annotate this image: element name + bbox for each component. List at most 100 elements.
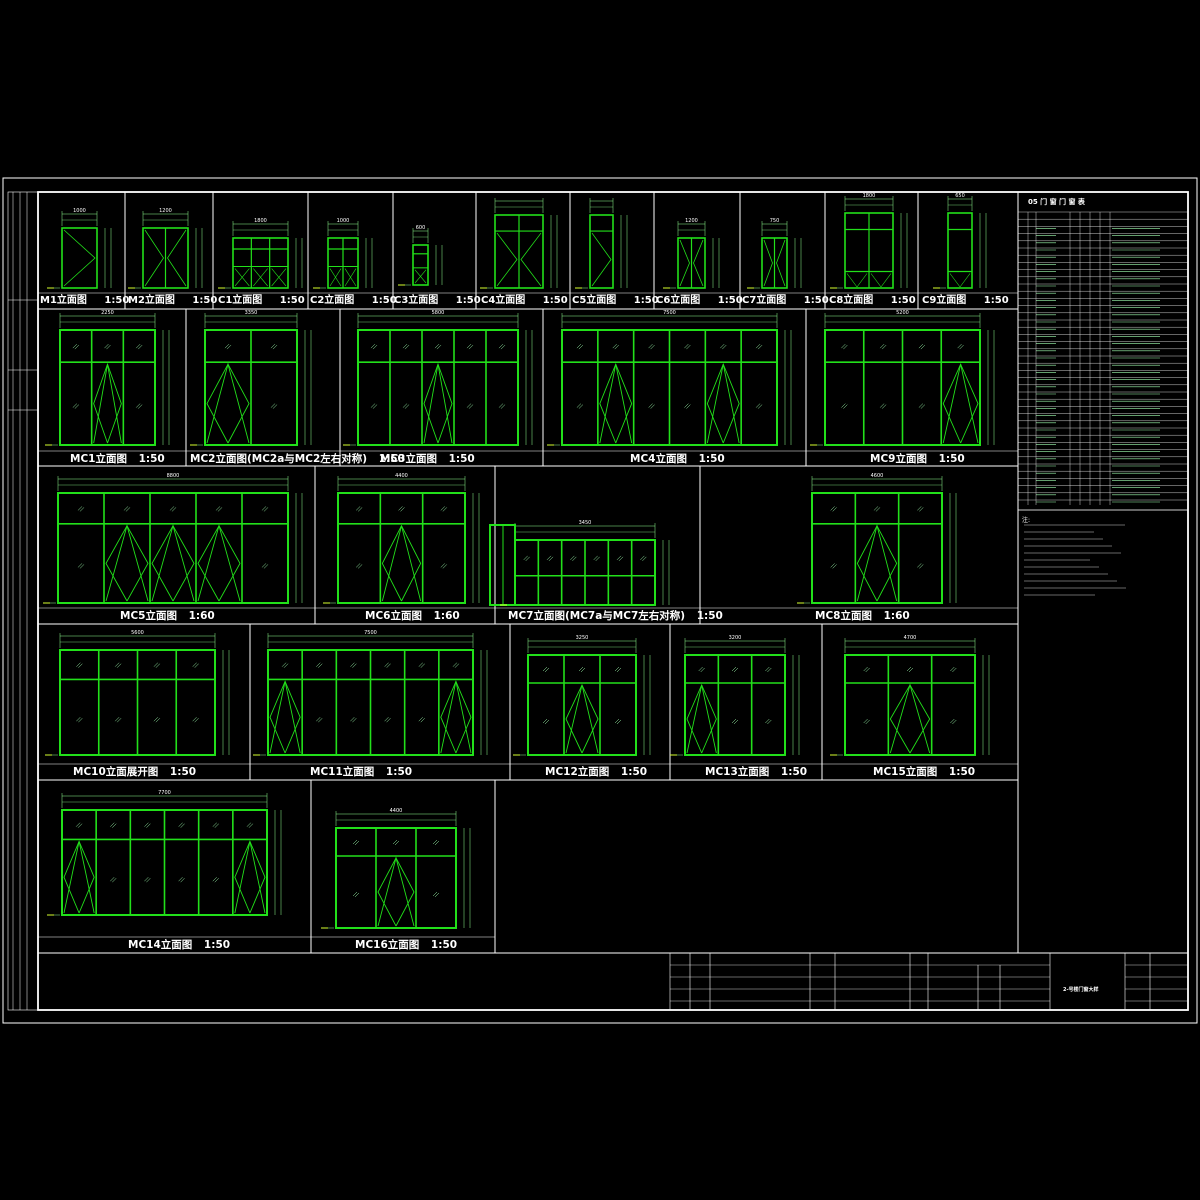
- mc4-width-dim: 7500: [663, 310, 676, 316]
- label-c1: C1立面图 1:50: [218, 295, 305, 307]
- label-c5-scale: 1:50: [630, 295, 659, 306]
- label-mc8-scale: 1:60: [879, 610, 910, 622]
- label-mc15: MC15立面图 1:50: [873, 766, 975, 778]
- label-mc6-title: MC6立面图: [365, 610, 422, 622]
- label-mc9-scale: 1:50: [934, 453, 965, 465]
- label-mc5-scale: 1:60: [184, 610, 215, 622]
- label-mc15-title: MC15立面图: [873, 766, 938, 778]
- label-mc7: MC7立面图(MC7a与MC7左右对称) 1:50: [508, 610, 723, 622]
- label-mc2-title: MC2立面图(MC2a与MC2左右对称): [190, 453, 368, 465]
- mc2-width-dim: 3350: [245, 310, 258, 316]
- mc15-width-dim: 4700: [904, 635, 917, 641]
- m2-width-dim: 1200: [159, 208, 172, 214]
- label-mc15-scale: 1:50: [945, 766, 976, 778]
- c7-width-dim: 750: [770, 218, 780, 224]
- label-mc7-scale: 1:50: [693, 610, 723, 622]
- mc8-width-dim: 4600: [871, 473, 884, 479]
- label-mc14-title: MC14立面图: [128, 939, 193, 951]
- label-mc16-scale: 1:50: [427, 939, 458, 951]
- mc7-width-dim: 3450: [579, 520, 592, 526]
- drawing-name: 2-号楼门窗大样: [1063, 987, 1099, 993]
- mc13-width-dim: 3200: [729, 635, 742, 641]
- label-mc2: MC2立面图(MC2a与MC2左右对称) 1:50: [190, 453, 405, 465]
- label-c9: C9立面图 1:50: [922, 295, 1009, 307]
- label-c4-scale: 1:50: [539, 295, 568, 306]
- label-c6-title: C6立面图: [656, 295, 701, 306]
- notes-title: 注:: [1022, 517, 1031, 524]
- label-c9-scale: 1:50: [980, 295, 1009, 306]
- label-mc10-scale: 1:50: [166, 766, 197, 778]
- label-m2-title: M2立面图: [128, 295, 175, 306]
- label-mc16: MC16立面图 1:50: [355, 939, 457, 951]
- mc5-width-dim: 8800: [167, 473, 180, 479]
- label-c3: C3立面图 1:50: [394, 295, 481, 307]
- mc10-width-dim: 5600: [131, 630, 144, 636]
- label-m2-scale: 1:50: [188, 295, 218, 306]
- label-c9-title: C9立面图: [922, 295, 967, 306]
- label-mc9-title: MC9立面图: [870, 453, 927, 465]
- label-mc16-title: MC16立面图: [355, 939, 420, 951]
- label-mc13-title: MC13立面图: [705, 766, 770, 778]
- mc6-width-dim: 4400: [395, 473, 408, 479]
- c6-width-dim: 1200: [685, 218, 698, 224]
- label-mc11-scale: 1:50: [382, 766, 413, 778]
- label-c6: C6立面图 1:50: [656, 295, 743, 307]
- label-c7-scale: 1:50: [800, 295, 829, 306]
- mc9-width-dim: 5200: [896, 310, 909, 316]
- mc16-width-dim: 4400: [390, 808, 403, 814]
- label-c4-title: C4立面图: [481, 295, 526, 306]
- label-mc11: MC11立面图 1:50: [310, 766, 412, 778]
- mc11-width-dim: 7500: [364, 630, 377, 636]
- label-mc3-scale: 1:50: [444, 453, 475, 465]
- label-mc12-scale: 1:50: [617, 766, 648, 778]
- c3-width-dim: 600: [416, 225, 426, 231]
- label-c7: C7立面图 1:50: [742, 295, 829, 307]
- label-mc10-title: MC10立面展开图: [73, 766, 159, 778]
- label-mc8-title: MC8立面图: [815, 610, 872, 622]
- label-mc8: MC8立面图 1:60: [815, 610, 910, 622]
- label-c8: C8立面图 1:50: [829, 295, 916, 307]
- label-mc10: MC10立面展开图 1:50: [73, 766, 196, 778]
- mc1-width-dim: 2250: [101, 310, 114, 316]
- label-mc1: MC1立面图 1:50: [70, 453, 165, 465]
- m1-width-dim: 1000: [73, 208, 86, 214]
- drawing-sheet: 1000 1200 1800 1000 600 1200 750 1800 650 2250 335…: [0, 0, 1200, 1200]
- mc14-width-dim: 7700: [158, 790, 171, 796]
- label-mc3-title: MC3立面图: [380, 453, 437, 465]
- label-c8-scale: 1:50: [887, 295, 916, 306]
- c8-width-dim: 1800: [863, 193, 876, 199]
- label-c3-title: C3立面图: [394, 295, 439, 306]
- label-mc6: MC6立面图 1:60: [365, 610, 460, 622]
- label-mc5: MC5立面图 1:60: [120, 610, 215, 622]
- label-m1-title: M1立面图: [40, 295, 87, 306]
- c2-width-dim: 1000: [337, 218, 350, 224]
- label-c6-scale: 1:50: [714, 295, 743, 306]
- label-c8-title: C8立面图: [829, 295, 874, 306]
- label-c5-title: C5立面图: [572, 295, 617, 306]
- label-mc3: MC3立面图 1:50: [380, 453, 475, 465]
- label-mc1-scale: 1:50: [134, 453, 165, 465]
- label-c7-title: C7立面图: [742, 295, 787, 306]
- schedule-title: 05 门 窗 门 窗 表: [1028, 198, 1085, 206]
- label-c5: C5立面图 1:50: [572, 295, 659, 307]
- label-mc4-title: MC4立面图: [630, 453, 687, 465]
- label-m1: M1立面图 1:50: [40, 295, 129, 307]
- label-mc4-scale: 1:50: [694, 453, 725, 465]
- mc3-width-dim: 5800: [432, 310, 445, 316]
- label-mc12: MC12立面图 1:50: [545, 766, 647, 778]
- label-mc12-title: MC12立面图: [545, 766, 610, 778]
- label-mc5-title: MC5立面图: [120, 610, 177, 622]
- label-c3-scale: 1:50: [452, 295, 481, 306]
- mc12-width-dim: 3250: [576, 635, 589, 641]
- label-mc1-title: MC1立面图: [70, 453, 127, 465]
- label-c2-scale: 1:50: [368, 295, 397, 306]
- label-c2: C2立面图 1:50: [310, 295, 397, 307]
- label-mc6-scale: 1:60: [429, 610, 460, 622]
- label-mc14-scale: 1:50: [200, 939, 231, 951]
- c9-width-dim: 650: [955, 193, 965, 199]
- label-m1-scale: 1:50: [100, 295, 130, 306]
- label-c1-title: C1立面图: [218, 295, 263, 306]
- label-c2-title: C2立面图: [310, 295, 355, 306]
- label-mc14: MC14立面图 1:50: [128, 939, 230, 951]
- label-mc13-scale: 1:50: [777, 766, 808, 778]
